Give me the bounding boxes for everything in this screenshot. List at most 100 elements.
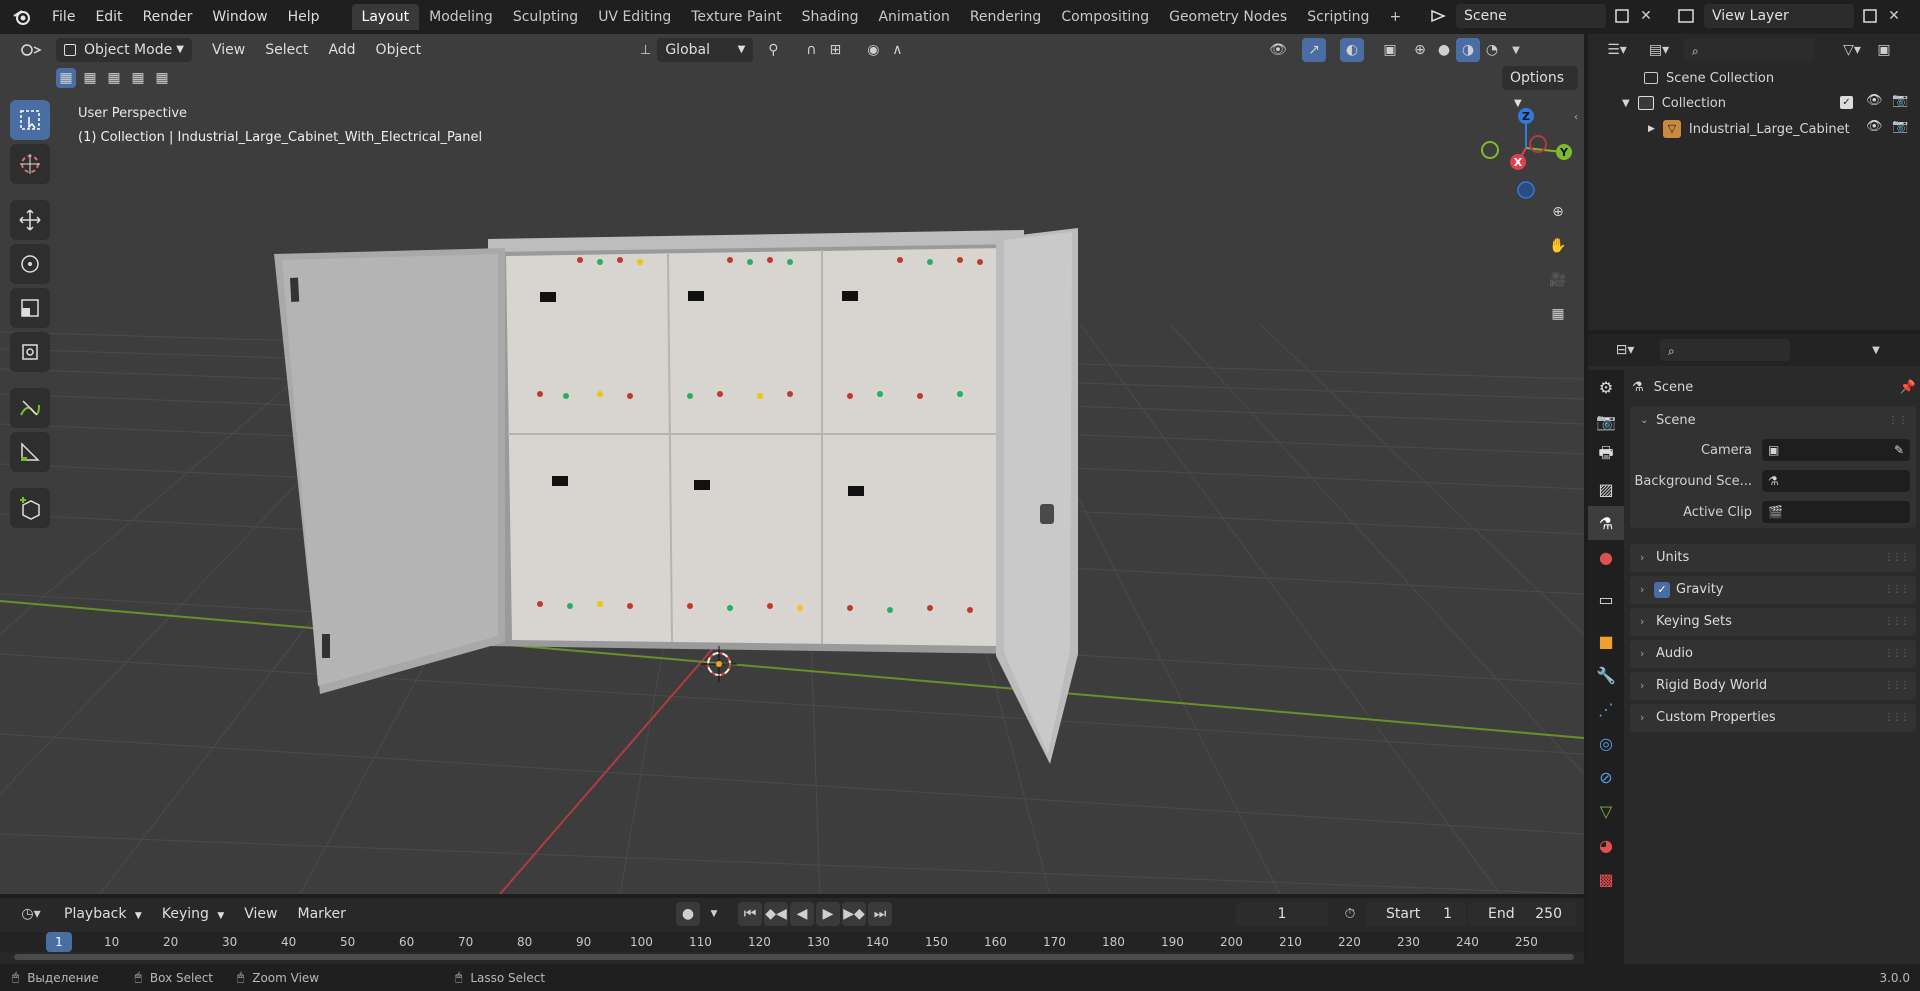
tab-modeling[interactable]: Modeling — [419, 4, 503, 30]
menu-add[interactable]: Add — [318, 38, 365, 62]
keying-sets-panel[interactable]: › Keying Sets ⋮⋮⋮ — [1630, 608, 1916, 636]
tab-sculpting[interactable]: Sculpting — [503, 4, 588, 30]
stopwatch-icon[interactable]: ⏱ — [1338, 902, 1362, 926]
menu-render[interactable]: Render — [133, 0, 203, 34]
filter-icon[interactable]: ▽▾ — [1840, 38, 1864, 62]
move-tool[interactable] — [10, 200, 50, 240]
drag-handle-icon[interactable]: ⋮⋮⋮ — [1884, 544, 1910, 572]
select-new-icon[interactable]: ▦ — [56, 68, 76, 88]
current-frame-indicator[interactable]: 1 — [46, 932, 72, 952]
tool-tab-icon[interactable]: ⚙ — [1588, 370, 1624, 404]
drag-handle-icon[interactable]: ⋮⋮⋮ — [1884, 576, 1910, 604]
physics-tab-icon[interactable]: ◎ — [1588, 726, 1624, 760]
custom-properties-panel[interactable]: › Custom Properties ⋮⋮⋮ — [1630, 704, 1916, 732]
pan-hand-icon[interactable]: ✋ — [1544, 232, 1572, 260]
tab-layout[interactable]: Layout — [351, 4, 420, 30]
menu-view[interactable]: View — [202, 38, 255, 62]
snap-target-icon[interactable]: ⊞ — [823, 38, 847, 62]
outliner-row-object[interactable]: ▶ ▽ Industrial_Large_Cabinet 👁 📷 — [1588, 116, 1920, 142]
tab-animation[interactable]: Animation — [868, 4, 959, 30]
solid-shading-icon[interactable]: ● — [1432, 38, 1456, 62]
menu-select[interactable]: Select — [255, 38, 318, 62]
cursor-tool[interactable] — [10, 144, 50, 184]
timeline-view-menu[interactable]: View — [234, 902, 287, 926]
select-intersect-icon[interactable]: ▦ — [152, 68, 172, 88]
audio-panel[interactable]: › Audio ⋮⋮⋮ — [1630, 640, 1916, 668]
tab-scripting[interactable]: Scripting — [1297, 4, 1379, 30]
transform-tool[interactable] — [10, 332, 50, 372]
frame-ruler[interactable]: 1 10 20 30 40 50 60 70 80 90 100 110 120… — [0, 932, 1584, 952]
gravity-panel[interactable]: › ✓ Gravity ⋮⋮⋮ — [1630, 576, 1916, 604]
delete-view-layer-icon[interactable]: ✕ — [1882, 4, 1906, 28]
shading-options-icon[interactable]: ▼ — [1504, 38, 1528, 62]
background-scene-field[interactable]: ⚗ — [1762, 470, 1910, 492]
current-frame-field[interactable]: 1 — [1236, 902, 1328, 926]
expand-arrow-icon[interactable]: ▶ — [1648, 124, 1655, 134]
visibility-eye-icon[interactable]: 👁 — [1266, 38, 1290, 62]
exclude-checkbox-icon[interactable]: ✓ — [1840, 96, 1853, 109]
units-panel[interactable]: › Units ⋮⋮⋮ — [1630, 544, 1916, 572]
outliner-editor-type-icon[interactable]: ☰▾ — [1600, 38, 1634, 62]
render-camera-icon[interactable]: 📷 — [1892, 119, 1908, 134]
copy-scene-icon[interactable] — [1610, 4, 1634, 28]
rigid-body-world-panel[interactable]: › Rigid Body World ⋮⋮⋮ — [1630, 672, 1916, 700]
wireframe-shading-icon[interactable]: ⊕ — [1408, 38, 1432, 62]
measure-tool[interactable] — [10, 432, 50, 472]
timeline-scrollbar[interactable] — [14, 954, 1574, 960]
menu-edit[interactable]: Edit — [85, 0, 132, 34]
select-box-tool[interactable] — [10, 100, 50, 140]
drag-handle-icon[interactable]: ⋮⋮⋮ — [1884, 672, 1910, 700]
transform-orientation-dropdown[interactable]: Global ▼ — [657, 38, 754, 62]
play-icon[interactable]: ▶ — [816, 902, 840, 926]
perspective-toggle-icon[interactable]: ▦ — [1544, 300, 1572, 328]
texture-tab-icon[interactable]: ▩ — [1588, 862, 1624, 896]
camera-field[interactable]: ▣ ✎ — [1762, 439, 1910, 461]
drag-handle-icon[interactable]: ⋮⋮⋮ — [1884, 704, 1910, 732]
view-layer-icon[interactable] — [1668, 4, 1704, 28]
select-extend-icon[interactable]: ▦ — [80, 68, 100, 88]
menu-object[interactable]: Object — [366, 38, 432, 62]
display-mode-icon[interactable]: ▤▾ — [1642, 38, 1676, 62]
keying-menu[interactable]: Keying ▼ — [152, 902, 234, 926]
menu-window[interactable]: Window — [202, 0, 277, 34]
output-tab-icon[interactable]: 🖶 — [1588, 438, 1624, 472]
menu-help[interactable]: Help — [278, 0, 330, 34]
falloff-icon[interactable]: ∧ — [885, 38, 909, 62]
playback-menu[interactable]: Playback ▼ — [54, 902, 152, 926]
auto-keying-record-icon[interactable]: ● — [676, 902, 700, 926]
drag-handle-icon[interactable]: ⋮⋮ — [1888, 406, 1908, 436]
sidebar-toggle-icon[interactable]: ‹ — [1574, 112, 1578, 123]
material-tab-icon[interactable]: ◕ — [1588, 828, 1624, 862]
end-frame-field[interactable]: End 250 — [1468, 902, 1576, 926]
new-collection-icon[interactable]: ▣ — [1872, 38, 1896, 62]
xray-toggle-icon[interactable]: ▣ — [1378, 38, 1402, 62]
scene-tab-icon[interactable]: ⚗ — [1588, 506, 1624, 540]
pivot-point-icon[interactable]: ⚲ — [761, 38, 785, 62]
particles-tab-icon[interactable]: ⋰ — [1588, 692, 1624, 726]
keying-options-icon[interactable]: ▼ — [702, 902, 726, 926]
tab-geometry-nodes[interactable]: Geometry Nodes — [1159, 4, 1297, 30]
constraints-tab-icon[interactable]: ⊘ — [1588, 760, 1624, 794]
active-clip-field[interactable]: 🎬 — [1762, 501, 1910, 523]
jump-start-icon[interactable]: ⏮ — [738, 902, 762, 926]
view-layer-field[interactable]: View Layer — [1704, 4, 1854, 28]
view-layer-tab-icon[interactable]: ▨ — [1588, 472, 1624, 506]
neg-y-axis-icon[interactable] — [1481, 141, 1499, 159]
gizmo-toggle-icon[interactable]: ↗ — [1302, 38, 1326, 62]
play-reverse-icon[interactable]: ◀ — [790, 902, 814, 926]
3d-cursor[interactable] — [701, 646, 737, 682]
properties-search-input[interactable]: ⌕ — [1660, 339, 1790, 361]
3d-viewport[interactable]: Object Mode ▼ View Select Add Object ⊥ G… — [0, 34, 1584, 894]
jump-end-icon[interactable]: ⏭ — [868, 902, 892, 926]
drag-handle-icon[interactable]: ⋮⋮⋮ — [1884, 608, 1910, 636]
data-tab-icon[interactable]: ▽ — [1588, 794, 1624, 828]
zoom-icon[interactable]: ⊕ — [1544, 198, 1572, 226]
options-dropdown[interactable]: Options ▼ — [1502, 66, 1578, 109]
start-frame-field[interactable]: Start 1 — [1366, 902, 1466, 926]
tab-shading[interactable]: Shading — [792, 4, 869, 30]
tab-uv-editing[interactable]: UV Editing — [588, 4, 681, 30]
outliner-search-input[interactable]: ⌕ — [1684, 39, 1814, 61]
properties-options-icon[interactable]: ▼ — [1864, 338, 1888, 362]
snap-icon[interactable]: ∩ — [799, 38, 823, 62]
eyedropper-icon[interactable]: ✎ — [1894, 443, 1904, 457]
